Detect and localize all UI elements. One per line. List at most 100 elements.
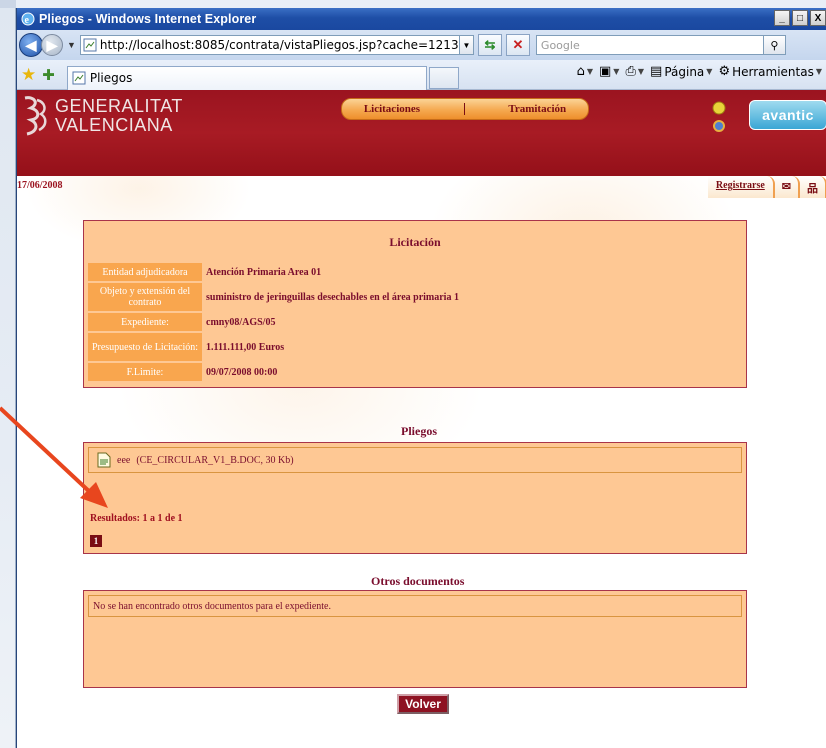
utility-tabs: Registrarse ✉ 品 — [707, 176, 826, 198]
arrow-right-icon: ▶ — [46, 36, 58, 53]
refresh-icon: ⇆ — [484, 37, 496, 52]
feeds-button[interactable]: ▣ ▼ — [599, 64, 619, 79]
table-row: Objeto y extensión del contrato suminist… — [88, 283, 460, 311]
row-label: Expediente: — [88, 313, 202, 331]
licitacion-table: Entidad adjudicadora Atención Primaria A… — [88, 261, 460, 383]
search-placeholder: Google — [540, 38, 580, 52]
row-value: cmny08/AGS/05 — [206, 316, 276, 328]
pliegos-title: Pliegos — [401, 424, 437, 438]
pagination-page-1[interactable]: 1 — [90, 535, 102, 547]
mail-icon[interactable]: ✉ — [774, 176, 800, 198]
row-value: suministro de jeringuillas desechables e… — [206, 291, 459, 303]
tab-label: Pliegos — [89, 71, 133, 85]
svg-text:e: e — [25, 15, 30, 26]
otros-documentos-title: Otros documentos — [371, 574, 465, 588]
address-input[interactable]: http://localhost:8085/contrata/vistaPlie… — [79, 35, 460, 55]
window-title: Pliegos - Windows Internet Explorer — [39, 12, 257, 26]
generalitat-logo-text: GENERALITAT VALENCIANA — [55, 97, 183, 135]
tools-menu-label: Herramientas — [732, 64, 814, 79]
licitacion-panel: Licitación Entidad adjudicadora Atención… — [83, 220, 747, 388]
browser-window: e Pliegos - Windows Internet Explorer _ … — [16, 8, 826, 748]
file-row: eee (CE_CIRCULAR_V1_B.DOC, 30 Kb) — [88, 447, 742, 473]
chevron-down-icon: ▼ — [613, 67, 620, 76]
register-link[interactable]: Registrarse — [707, 176, 775, 198]
volver-button[interactable]: Volver — [397, 694, 449, 714]
feeds-icon: ▣ — [599, 64, 612, 79]
chevron-down-icon: ▼ — [706, 67, 713, 76]
row-value: Atención Primaria Area 01 — [206, 266, 322, 278]
search-button[interactable]: ⚲ — [763, 35, 786, 55]
page-menu[interactable]: ▤ Página ▼ — [650, 64, 712, 79]
desktop-background-strip — [0, 0, 16, 748]
table-row: Expediente: cmny08/AGS/05 — [88, 313, 460, 331]
forward-button[interactable]: ▶ — [41, 34, 63, 56]
chevron-down-icon: ▼ — [637, 67, 645, 76]
window-controls: _ □ X — [774, 10, 826, 26]
page-icon — [72, 71, 86, 85]
row-label: Entidad adjudicadora — [88, 263, 202, 281]
maximize-button[interactable]: □ — [792, 10, 808, 26]
nav-licitaciones[interactable]: Licitaciones — [364, 103, 420, 115]
generalitat-emblem-icon — [24, 96, 47, 136]
current-date: 17/06/2008 — [17, 180, 63, 191]
refresh-button[interactable]: ⇆ — [477, 34, 502, 56]
arrow-left-icon: ◀ — [25, 36, 37, 53]
file-info: (CE_CIRCULAR_V1_B.DOC, 30 Kb) — [136, 454, 294, 466]
file-link[interactable]: eee — [117, 455, 130, 466]
page-menu-icon: ▤ — [650, 64, 663, 79]
table-row: F.Limite: 09/07/2008 00:00 — [88, 363, 460, 381]
command-bar: ⌂ ▼ ▣ ▼ ⎙ ▼ ▤ Página ▼ ⚙ Herramientas ▼ — [577, 64, 822, 79]
row-label: Presupuesto de Licitación: — [88, 333, 202, 361]
back-button[interactable]: ◀ — [19, 33, 43, 57]
avantic-logo[interactable]: avantic — [749, 100, 826, 130]
search-input[interactable]: Google — [535, 35, 764, 55]
stop-icon: ✕ — [512, 37, 524, 52]
no-documents-message: No se han encontrado otros documentos pa… — [88, 595, 742, 617]
history-dropdown-icon[interactable]: ▼ — [67, 40, 76, 50]
table-row: Entidad adjudicadora Atención Primaria A… — [88, 263, 460, 281]
page-content: GENERALITAT VALENCIANA Licitaciones Tram… — [17, 90, 826, 748]
tools-menu[interactable]: ⚙ Herramientas ▼ — [718, 64, 822, 79]
favorites-bar: ★ ✚ Pliegos ⌂ ▼ ▣ ▼ ⎙ ▼ ▤ Página ▼ ⚙ Herramien… — [17, 60, 826, 90]
stop-button[interactable]: ✕ — [505, 34, 530, 56]
logo-line-2: VALENCIANA — [55, 115, 173, 135]
nav-separator — [463, 103, 465, 115]
address-dropdown-button[interactable]: ▼ — [459, 35, 474, 55]
window-titlebar[interactable]: e Pliegos - Windows Internet Explorer _ … — [17, 8, 826, 30]
tab-pliegos[interactable]: Pliegos — [66, 65, 427, 90]
licitacion-title: Licitación — [389, 235, 441, 249]
row-value: 1.111.111,00 Euros — [206, 341, 285, 353]
tools-icon: ⚙ — [718, 64, 731, 79]
generalitat-logo[interactable]: GENERALITAT VALENCIANA — [21, 94, 183, 138]
close-button[interactable]: X — [810, 10, 826, 26]
add-favorites-icon[interactable]: ✚ — [42, 66, 55, 84]
address-toolbar: ◀ ▶ ▼ http://localhost:8085/contrata/vis… — [17, 30, 826, 60]
table-row: Presupuesto de Licitación: 1.111.111,00 … — [88, 333, 460, 361]
sitemap-icon[interactable]: 品 — [800, 176, 826, 198]
home-icon: ⌂ — [576, 64, 585, 79]
new-tab-button[interactable] — [428, 66, 459, 89]
chevron-down-icon: ▼ — [586, 67, 593, 76]
minimize-button[interactable]: _ — [774, 10, 790, 26]
search-icon: ⚲ — [770, 39, 779, 52]
date-bar: 17/06/2008 Registrarse ✉ 品 — [17, 176, 826, 198]
page-icon — [83, 38, 97, 52]
print-button[interactable]: ⎙ ▼ — [625, 64, 644, 79]
header-dots-icon — [712, 101, 726, 132]
print-icon: ⎙ — [625, 64, 636, 79]
site-header: GENERALITAT VALENCIANA Licitaciones Tram… — [17, 90, 826, 176]
logo-line-1: GENERALITAT — [55, 96, 183, 116]
chevron-down-icon: ▼ — [815, 67, 822, 76]
nav-tramitacion[interactable]: Tramitación — [508, 103, 566, 115]
ie-logo-icon: e — [21, 12, 35, 26]
row-label: F.Limite: — [88, 363, 202, 381]
address-text: http://localhost:8085/contrata/vistaPlie… — [99, 38, 460, 52]
otros-documentos-panel: No se han encontrado otros documentos pa… — [83, 590, 747, 688]
desktop-band — [0, 0, 16, 8]
document-icon[interactable] — [97, 452, 111, 468]
avantic-logo-text: avantic — [762, 107, 814, 123]
row-label: Objeto y extensión del contrato — [88, 283, 202, 311]
favorites-star-icon[interactable]: ★ — [21, 65, 36, 85]
results-count: Resultados: 1 a 1 de 1 — [90, 513, 183, 524]
home-button[interactable]: ⌂ ▼ — [577, 64, 593, 79]
